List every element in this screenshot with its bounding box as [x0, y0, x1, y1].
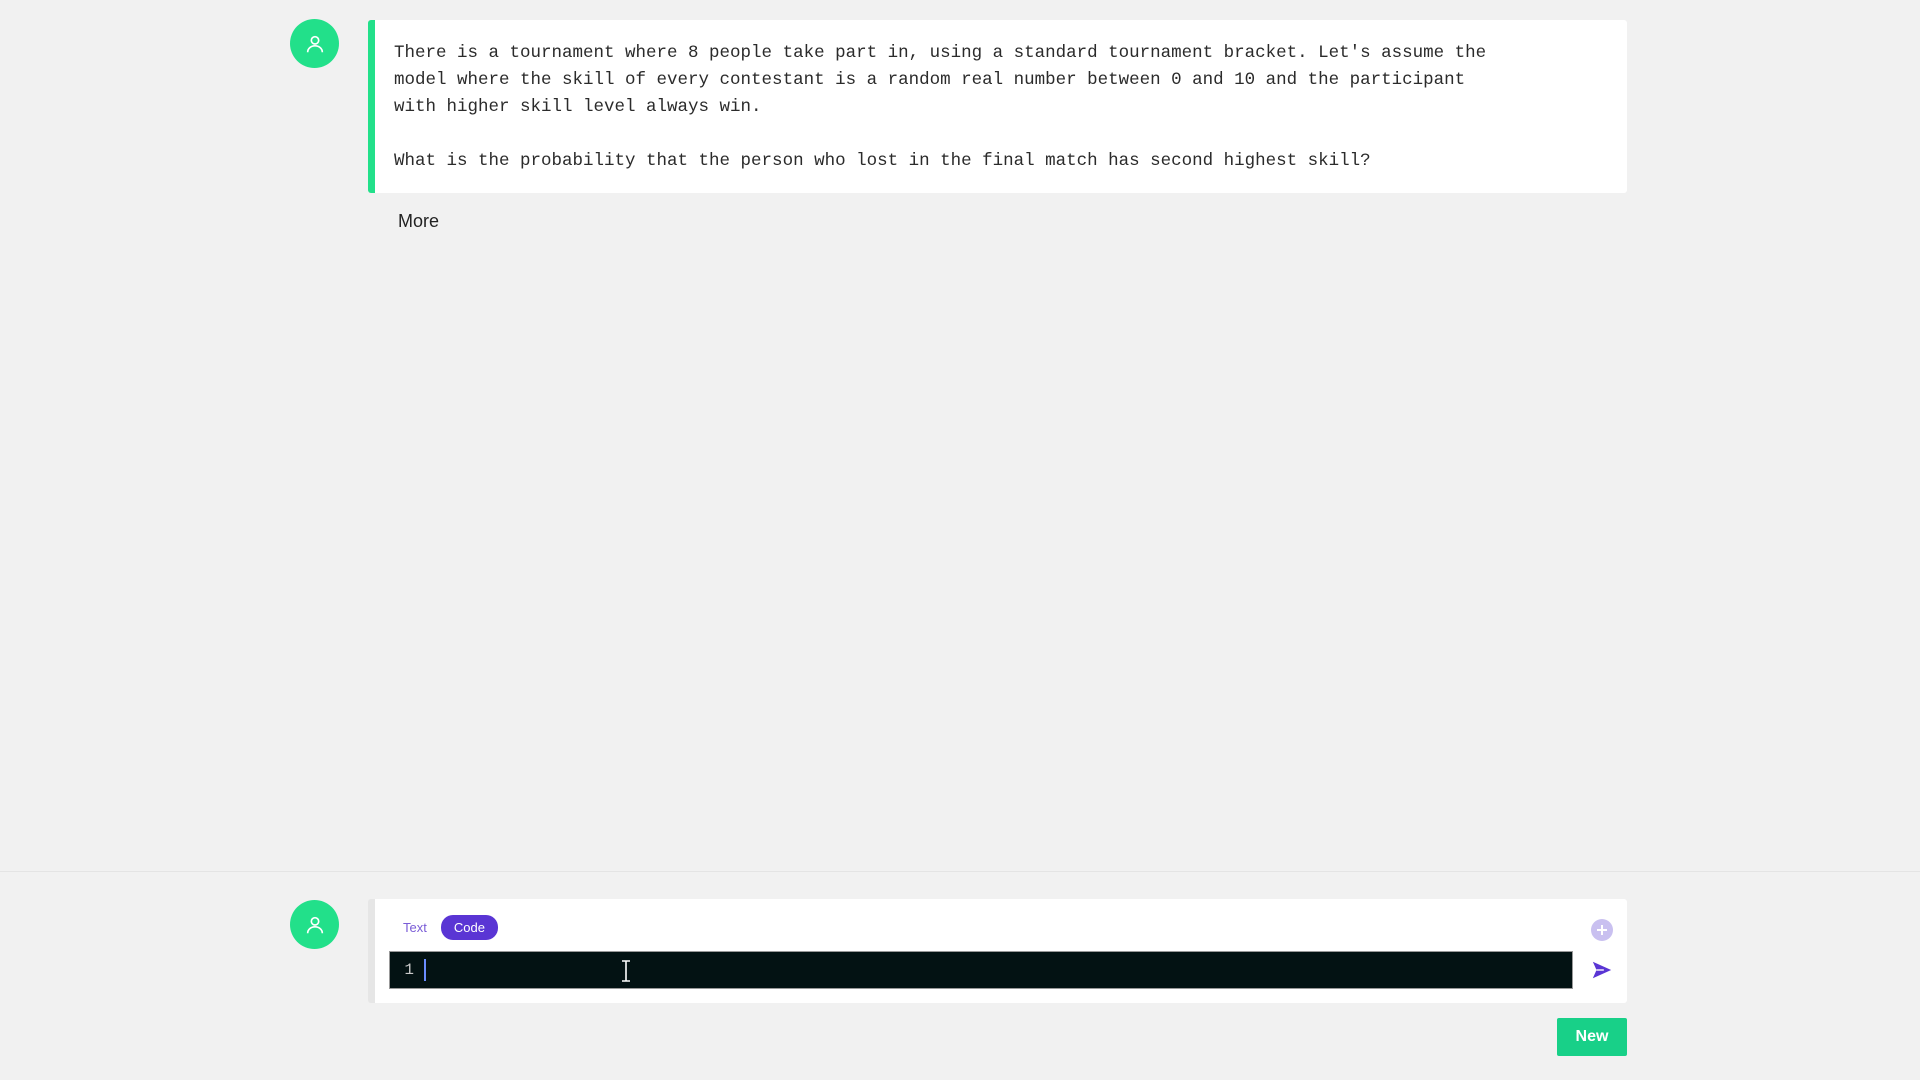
composer-divider	[0, 871, 1920, 872]
user-icon	[306, 35, 323, 52]
user-avatar	[290, 19, 339, 68]
code-editor[interactable]: 1	[389, 951, 1573, 989]
send-button[interactable]	[1589, 957, 1615, 983]
new-button[interactable]: New	[1557, 1018, 1627, 1056]
user-icon	[306, 916, 323, 933]
line-number: 1	[404, 961, 414, 979]
tab-code[interactable]: Code	[440, 915, 498, 940]
message-text: There is a tournament where 8 people tak…	[394, 43, 1487, 171]
chat-page: There is a tournament where 8 people tak…	[0, 0, 1920, 1080]
composer-avatar	[290, 900, 339, 949]
more-link[interactable]: More	[398, 211, 439, 232]
ibeam-cursor-icon	[622, 960, 630, 982]
message-composer: Text Code 1	[368, 899, 1627, 1003]
code-input[interactable]	[426, 952, 1572, 988]
message-card: There is a tournament where 8 people tak…	[368, 20, 1627, 193]
send-icon	[1592, 961, 1612, 979]
plus-icon[interactable]	[1591, 919, 1613, 941]
input-mode-tabs: Text Code	[393, 915, 498, 940]
tab-text[interactable]: Text	[393, 916, 437, 939]
